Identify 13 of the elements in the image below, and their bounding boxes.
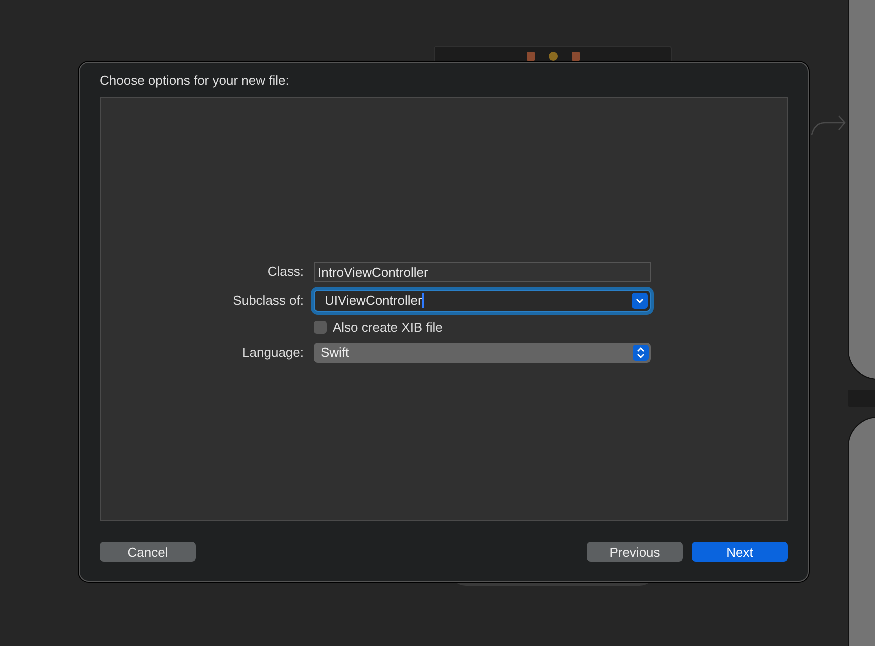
dialog-button[interactable]: Next xyxy=(692,542,788,562)
field-label: Subclass of: xyxy=(232,293,304,308)
dialog-button[interactable]: Cancel xyxy=(100,542,196,562)
field-label: Class: xyxy=(266,264,304,279)
popup-button[interactable]: Swift xyxy=(314,342,651,362)
up-down-chevron-icon xyxy=(633,344,649,360)
checkbox-label: Also create XIB file xyxy=(333,320,443,334)
field-label: Language: xyxy=(242,345,304,360)
dialog-button[interactable]: Previous xyxy=(587,542,683,562)
dialog-title: Choose options for your new file: xyxy=(100,72,290,90)
checkbox[interactable] xyxy=(314,320,327,334)
chevron-down-icon xyxy=(632,292,648,308)
input-field[interactable]: IntroViewController xyxy=(314,262,651,282)
